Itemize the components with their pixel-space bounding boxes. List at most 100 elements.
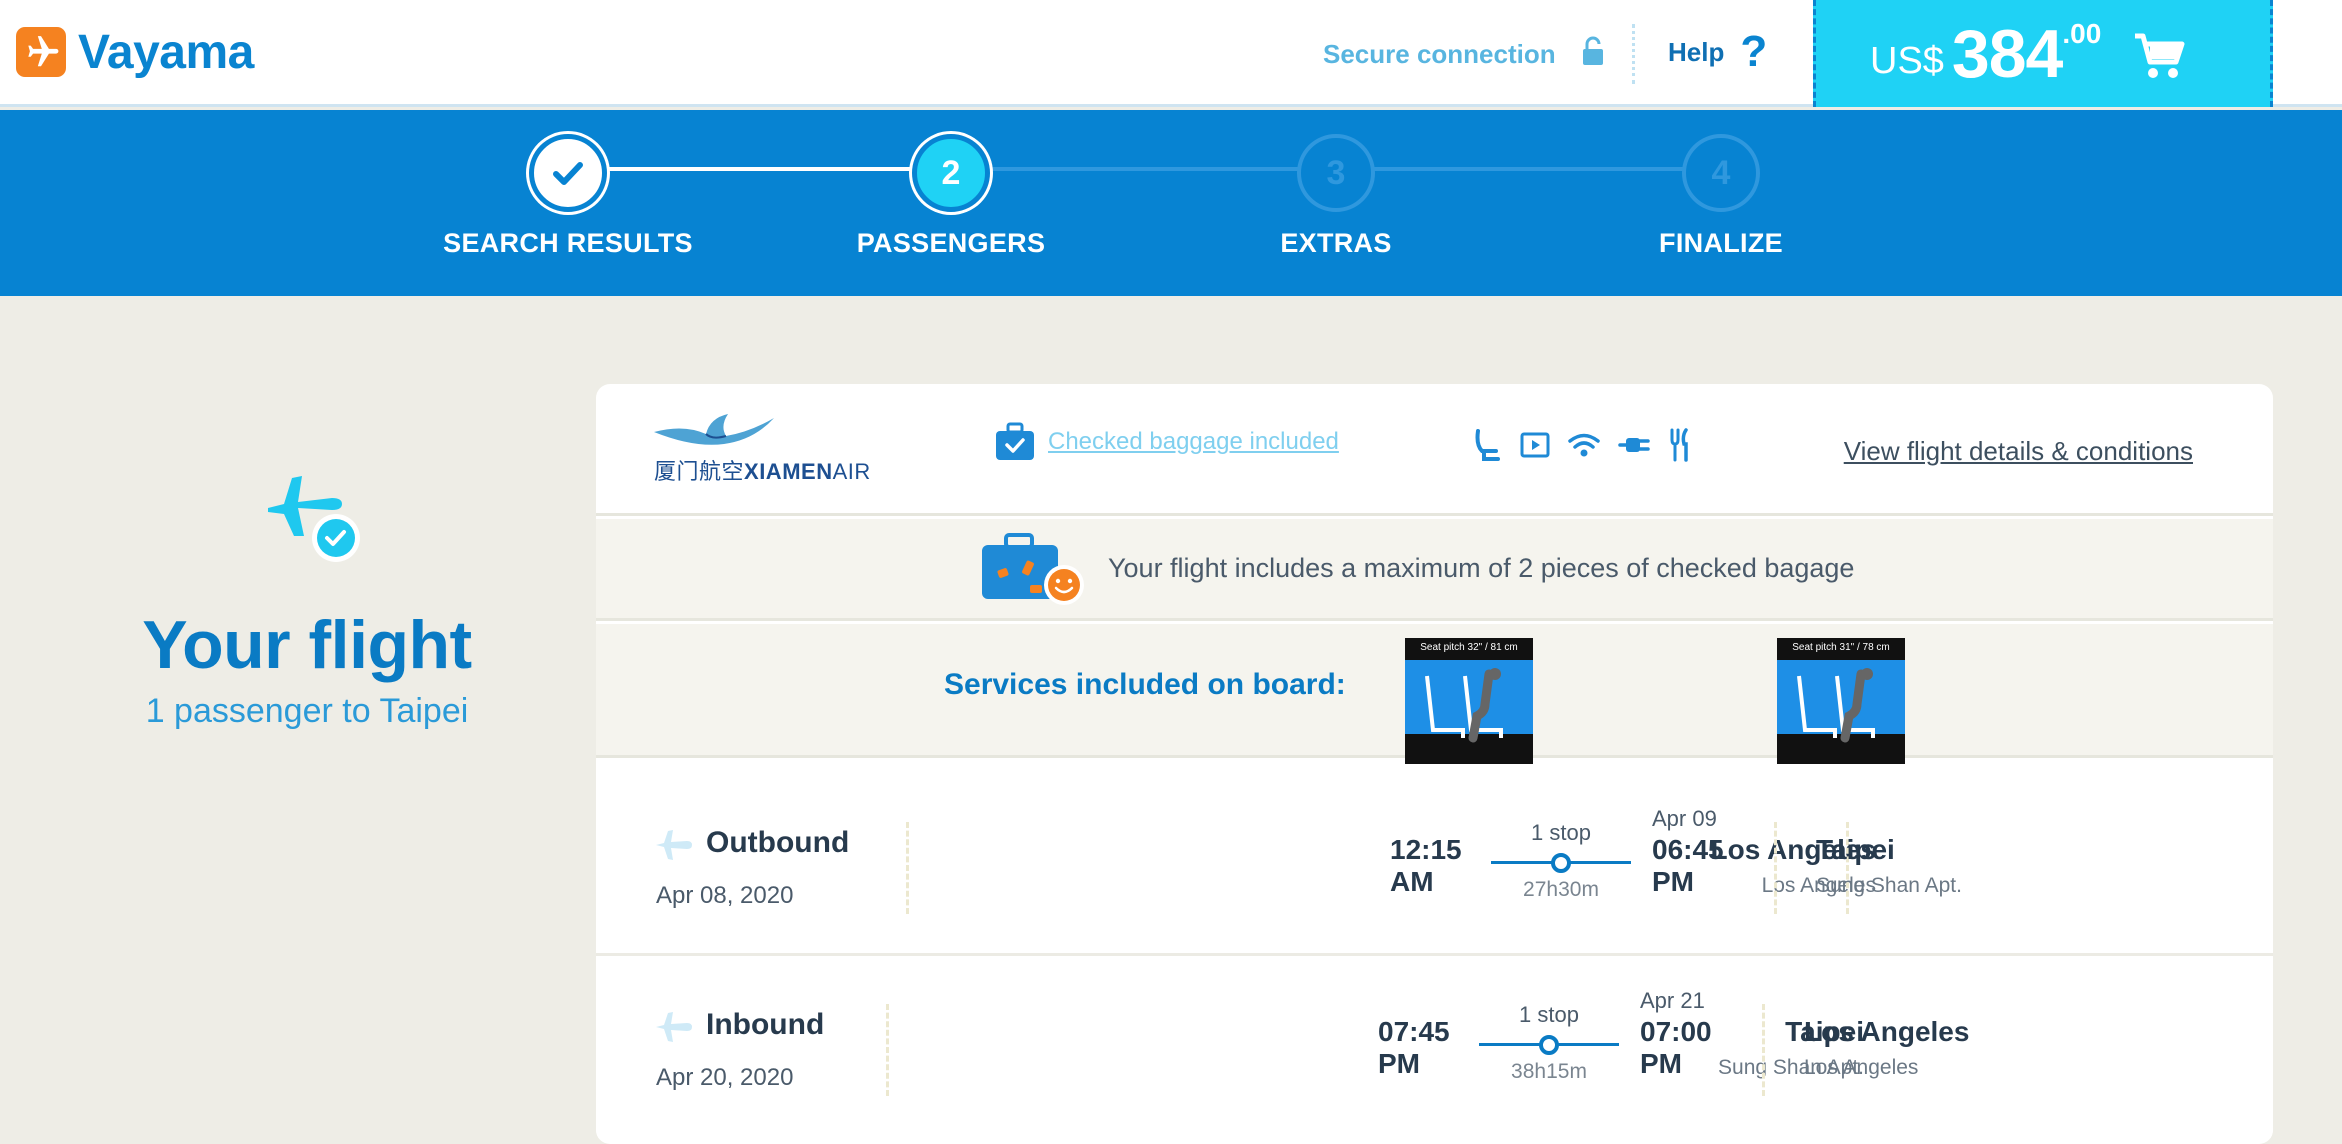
departure-date: Apr 08, 2020 bbox=[656, 882, 794, 909]
destination-airport: Los Angeles bbox=[1804, 1056, 1919, 1079]
row-divider bbox=[1774, 822, 1777, 914]
shopping-cart-icon bbox=[2133, 32, 2185, 85]
stop-dot-icon bbox=[1539, 1035, 1559, 1055]
stops-indicator: 1 stop 27h30m bbox=[1491, 820, 1631, 902]
secure-connection: Secure connection bbox=[1323, 36, 1604, 73]
direction-label: Outbound bbox=[706, 826, 850, 859]
lock-icon bbox=[1582, 36, 1604, 73]
destination-block: Taipei Sung Shan Apt. bbox=[1816, 834, 1962, 898]
checked-baggage-label: Checked baggage included bbox=[1048, 428, 1339, 455]
suitcase-smile-icon bbox=[980, 533, 1088, 614]
destination-block: Los Angeles Los Angeles bbox=[1804, 1016, 1969, 1080]
booking-progress-stepper: SEARCH RESULTS 2 PASSENGERS 3 EXTRAS 4 F… bbox=[0, 110, 2342, 296]
stops-count: 1 stop bbox=[1531, 820, 1591, 845]
departure-time-value: 12:15 bbox=[1390, 834, 1462, 865]
secure-connection-label: Secure connection bbox=[1323, 39, 1556, 69]
step-label: FINALIZE bbox=[1659, 228, 1783, 258]
top-header: Vayama Secure connection Help ? US$ 384 … bbox=[0, 0, 2342, 107]
route-line bbox=[1491, 852, 1631, 873]
cart-amount: 384 bbox=[1951, 15, 2063, 92]
baggage-check-icon bbox=[996, 422, 1034, 460]
flight-duration: 27h30m bbox=[1523, 878, 1599, 901]
airline-seat-icon bbox=[1797, 668, 1875, 743]
outbound-flight-row[interactable]: Outbound Apr 08, 2020 Los Angeles Los An… bbox=[596, 778, 2273, 956]
step-label: EXTRAS bbox=[1280, 228, 1392, 258]
help-icon: ? bbox=[1740, 27, 1768, 76]
amenities-list bbox=[1474, 428, 1692, 462]
departure-time-value: 07:45 bbox=[1378, 1016, 1450, 1047]
departure-time: 12:15 AM bbox=[1390, 834, 1462, 898]
departure-date: Apr 20, 2020 bbox=[656, 1064, 794, 1091]
row-divider bbox=[1762, 1004, 1765, 1096]
step-number: 2 bbox=[912, 134, 990, 212]
airline-name-bold: XIAMEN bbox=[744, 459, 833, 484]
departure-time-ampm: PM bbox=[1378, 1048, 1420, 1079]
arrival-time: 06:45 PM bbox=[1652, 834, 1724, 898]
step-extras: 3 EXTRAS bbox=[1206, 134, 1466, 259]
stops-indicator: 1 stop 38h15m bbox=[1479, 1002, 1619, 1084]
help-label: Help bbox=[1668, 36, 1725, 67]
destination-city: Taipei bbox=[1816, 834, 1895, 865]
baggage-info-row: Your flight includes a maximum of 2 piec… bbox=[596, 519, 2273, 621]
header-divider bbox=[1632, 24, 1635, 84]
plane-logo-icon bbox=[16, 27, 66, 77]
arrival-time: 07:00 PM bbox=[1640, 1016, 1712, 1080]
departure-time-ampm: AM bbox=[1390, 866, 1434, 897]
plane-check-icon bbox=[262, 456, 366, 569]
step-search-results[interactable]: SEARCH RESULTS bbox=[438, 134, 698, 259]
airline-name-light: AIR bbox=[832, 459, 871, 484]
meal-icon bbox=[1670, 428, 1688, 462]
cart-currency: US$ bbox=[1870, 40, 1944, 82]
arrival-time-value: 07:00 bbox=[1640, 1016, 1712, 1047]
step-number: 3 bbox=[1297, 134, 1375, 212]
onboard-services-row: Services included on board: Seat pitch 3… bbox=[596, 624, 2273, 764]
wifi-icon bbox=[1568, 433, 1600, 457]
airline-name-cn: 厦门航空 bbox=[654, 459, 745, 484]
brand-logo[interactable]: Vayama bbox=[16, 20, 254, 84]
plane-icon bbox=[654, 1010, 694, 1049]
checked-baggage-link[interactable]: Checked baggage included bbox=[994, 422, 1339, 462]
view-flight-details-link[interactable]: View flight details & conditions bbox=[1844, 436, 2193, 467]
arrival-date: Apr 09 bbox=[1652, 806, 1717, 831]
flight-card: 厦门航空XIAMENAIR Checked baggage included V… bbox=[596, 384, 2273, 1144]
seat-pitch-image[interactable]: Seat pitch 32" / 81 cm bbox=[1405, 638, 1533, 764]
summary-subtitle: 1 passenger to Taipei bbox=[145, 692, 469, 730]
cart-cents: .00 bbox=[2062, 18, 2102, 49]
step-label: SEARCH RESULTS bbox=[443, 228, 693, 258]
step-done-circle bbox=[529, 134, 607, 212]
direction-label: Inbound bbox=[706, 1008, 825, 1041]
check-icon bbox=[553, 162, 583, 185]
route-line bbox=[1479, 1034, 1619, 1055]
flight-duration: 38h15m bbox=[1511, 1060, 1587, 1083]
summary-title: Your flight bbox=[142, 607, 472, 683]
arrival-time-ampm: PM bbox=[1640, 1048, 1682, 1079]
plane-icon bbox=[654, 828, 694, 867]
departure-time: 07:45 PM bbox=[1378, 1016, 1450, 1080]
video-icon bbox=[1520, 432, 1550, 458]
flight-summary-panel: Your flight 1 passenger to Taipei bbox=[0, 296, 596, 1140]
seat-pitch-image[interactable]: Seat pitch 31" / 78 cm bbox=[1777, 638, 1905, 764]
services-label: Services included on board: bbox=[944, 668, 1346, 701]
baggage-note: Your flight includes a maximum of 2 piec… bbox=[1108, 553, 1855, 583]
stops-count: 1 stop bbox=[1519, 1002, 1579, 1027]
arrival-time-value: 06:45 bbox=[1652, 834, 1724, 865]
brand-name: Vayama bbox=[78, 25, 254, 79]
airline-logo-icon bbox=[654, 410, 774, 455]
step-finalize: 4 FINALIZE bbox=[1591, 134, 1851, 259]
step-label: PASSENGERS bbox=[856, 228, 1046, 258]
step-number: 4 bbox=[1682, 134, 1760, 212]
arrival-date: Apr 21 bbox=[1640, 988, 1705, 1013]
stop-dot-icon bbox=[1551, 853, 1571, 873]
flight-card-header: 厦门航空XIAMENAIR Checked baggage included V… bbox=[596, 384, 2273, 516]
airline-seat-icon bbox=[1425, 668, 1503, 743]
inbound-flight-row[interactable]: Inbound Apr 20, 2020 Taipei Sung Shan Ap… bbox=[596, 960, 2273, 1138]
airline-name: 厦门航空XIAMENAIR bbox=[654, 454, 871, 486]
seat-icon bbox=[1475, 429, 1500, 461]
row-divider bbox=[906, 822, 909, 914]
destination-airport: Sung Shan Apt. bbox=[1816, 874, 1962, 897]
step-passengers: 2 PASSENGERS bbox=[821, 134, 1081, 259]
help-button[interactable]: Help ? bbox=[1668, 30, 1767, 74]
arrival-time-ampm: PM bbox=[1652, 866, 1694, 897]
destination-city: Los Angeles bbox=[1804, 1016, 1970, 1047]
cart-total-button[interactable]: US$ 384 .00 bbox=[1813, 0, 2273, 107]
